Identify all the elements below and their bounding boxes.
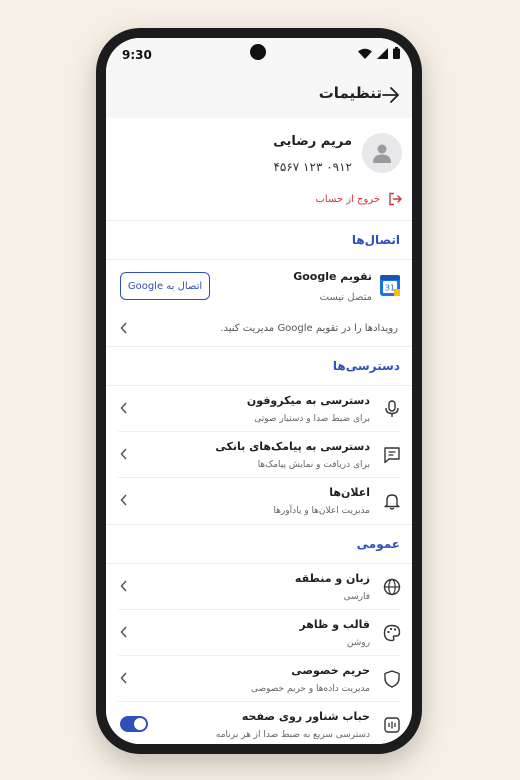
phone-frame: 9:30 تنظیمات مریم رضایی ۰۹۱۲ ۱۲۳ ۴۵۶۷ خر… bbox=[96, 28, 422, 754]
profile-card: مریم رضایی ۰۹۱۲ ۱۲۳ ۴۵۶۷ خروج از حساب bbox=[106, 118, 412, 220]
palette-icon bbox=[382, 623, 402, 643]
google-calendar-title: تقویم Google bbox=[293, 270, 372, 283]
top-app-bar: تنظیمات bbox=[106, 72, 412, 118]
google-calendar-number: 31 bbox=[385, 284, 395, 293]
phone-screen: 9:30 تنظیمات مریم رضایی ۰۹۱۲ ۱۲۳ ۴۵۶۷ خر… bbox=[106, 38, 412, 744]
floating-bubble-toggle[interactable] bbox=[120, 716, 148, 732]
logout-button[interactable]: خروج از حساب bbox=[315, 192, 402, 206]
row-title: زبان و منطقه bbox=[294, 572, 370, 585]
bank-sms-access-row[interactable]: دسترسی به پیامک‌های بانکی برای دریافت و … bbox=[106, 432, 412, 478]
row-subtitle: دسترسی سریع به ضبط صدا از هر برنامه bbox=[215, 730, 370, 740]
page-title: تنظیمات bbox=[318, 84, 382, 102]
row-title: اعلان‌ها bbox=[329, 486, 370, 499]
signal-icon bbox=[377, 47, 388, 59]
microphone-icon bbox=[382, 399, 402, 419]
row-subtitle: مدیریت داده‌ها و حریم خصوصی bbox=[250, 684, 370, 694]
logout-label: خروج از حساب bbox=[315, 193, 380, 205]
google-calendar-card: 31 تقویم Google متصل نیست اتصال به Googl… bbox=[106, 260, 412, 346]
row-title: حریم خصوصی bbox=[291, 664, 370, 677]
globe-icon bbox=[382, 577, 402, 597]
connect-google-button[interactable]: اتصال به Google bbox=[120, 272, 210, 300]
chevron-left-icon bbox=[120, 580, 127, 592]
wifi-icon bbox=[358, 48, 372, 59]
microphone-access-row[interactable]: دسترسی به میکروفون برای ضبط صدا و دستیار… bbox=[106, 386, 412, 432]
row-subtitle: برای ضبط صدا و دستیار صوتی bbox=[254, 414, 370, 424]
row-subtitle: روشن bbox=[346, 638, 370, 648]
arrow-back-icon bbox=[382, 87, 399, 103]
row-subtitle: برای دریافت و نمایش پیامک‌ها bbox=[257, 460, 370, 470]
row-subtitle: فارسی bbox=[343, 592, 370, 602]
privacy-row[interactable]: حریم خصوصی مدیریت داده‌ها و حریم خصوصی bbox=[106, 656, 412, 702]
status-icons bbox=[358, 47, 400, 59]
row-title: حباب شناور روی صفحه bbox=[241, 710, 370, 723]
chevron-left-icon bbox=[120, 448, 127, 460]
status-time: 9:30 bbox=[122, 48, 152, 62]
message-icon bbox=[382, 445, 402, 465]
avatar[interactable] bbox=[362, 133, 402, 173]
settings-content[interactable]: مریم رضایی ۰۹۱۲ ۱۲۳ ۴۵۶۷ خروج از حساب ات… bbox=[106, 118, 412, 744]
google-calendar-icon: 31 bbox=[380, 275, 400, 296]
google-calendar-description: رویدادها را در تقویم Google مدیریت کنید. bbox=[220, 323, 398, 334]
chevron-left-icon bbox=[120, 402, 127, 414]
status-bar: 9:30 bbox=[106, 38, 412, 72]
profile-phone: ۰۹۱۲ ۱۲۳ ۴۵۶۷ bbox=[273, 160, 352, 174]
row-subtitle: مدیریت اعلان‌ها و یادآورها bbox=[273, 506, 370, 516]
google-calendar-status: متصل نیست bbox=[319, 292, 372, 303]
section-title-connections: اتصال‌ها bbox=[351, 233, 400, 247]
bell-icon bbox=[382, 491, 402, 511]
theme-row[interactable]: قالب و ظاهر روشن bbox=[106, 610, 412, 656]
chevron-left-icon bbox=[120, 672, 127, 684]
front-camera bbox=[250, 44, 266, 60]
language-region-row[interactable]: زبان و منطقه فارسی bbox=[106, 564, 412, 610]
bubble-icon bbox=[382, 715, 402, 735]
notifications-row[interactable]: اعلان‌ها مدیریت اعلان‌ها و یادآورها bbox=[106, 478, 412, 524]
profile-name: مریم رضایی bbox=[273, 134, 352, 149]
row-title: دسترسی به پیامک‌های بانکی bbox=[215, 440, 370, 453]
shield-icon bbox=[382, 669, 402, 689]
section-title-access: دسترسی‌ها bbox=[332, 359, 400, 373]
floating-bubble-row: حباب شناور روی صفحه دسترسی سریع به ضبط ص… bbox=[106, 702, 412, 744]
battery-icon bbox=[393, 47, 400, 59]
row-title: دسترسی به میکروفون bbox=[246, 394, 370, 407]
chevron-left-icon[interactable] bbox=[120, 322, 128, 334]
section-title-general: عمومی bbox=[356, 537, 400, 551]
row-title: قالب و ظاهر bbox=[299, 618, 370, 631]
chevron-left-icon bbox=[120, 494, 127, 506]
person-icon bbox=[373, 144, 391, 163]
logout-icon bbox=[389, 192, 402, 206]
toggle-knob bbox=[134, 718, 146, 730]
chevron-left-icon bbox=[120, 626, 127, 638]
back-button[interactable] bbox=[380, 84, 402, 106]
